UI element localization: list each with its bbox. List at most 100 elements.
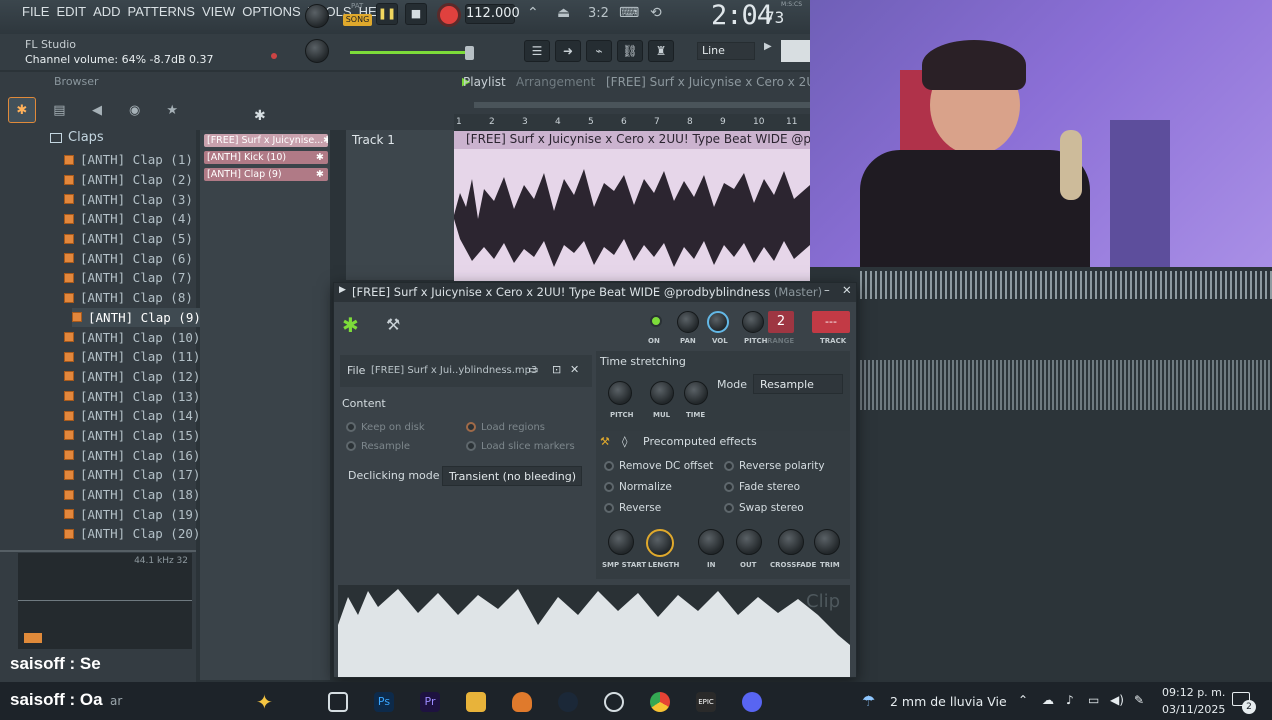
record-button[interactable] xyxy=(437,3,461,27)
master-pitch-knob[interactable] xyxy=(305,39,329,63)
stop-button[interactable]: ■ xyxy=(405,3,427,25)
browser-item[interactable]: [ANTH] Clap (18) xyxy=(64,485,201,505)
ts-time-knob[interactable] xyxy=(684,381,708,405)
browser-item[interactable]: [ANTH] Clap (4) xyxy=(64,209,201,229)
locate-icon[interactable]: ⊡ xyxy=(552,363,561,376)
search-box[interactable]: ar xyxy=(110,694,122,708)
browser-item[interactable]: [ANTH] Clap (13) xyxy=(64,386,201,406)
trim-knob[interactable] xyxy=(814,529,840,555)
task-view-icon[interactable] xyxy=(328,692,348,712)
ts-mul-knob[interactable] xyxy=(650,381,674,405)
wrench-icon[interactable]: ⚒ xyxy=(386,315,400,334)
browser-plugin-icon[interactable]: ◉ xyxy=(121,97,149,123)
browser-item[interactable]: [ANTH] Clap (7) xyxy=(64,268,201,288)
clock-date[interactable]: 03/11/2025 xyxy=(1162,703,1225,716)
window-title-bar[interactable]: ▶ [FREE] Surf x Juicynise x Cero x 2UU! … xyxy=(334,283,856,302)
close-icon[interactable]: ✕ xyxy=(842,283,852,297)
snap-select[interactable]: Line xyxy=(697,42,755,60)
metronome-icon[interactable]: ⌃ xyxy=(527,5,547,23)
track-display[interactable]: --- xyxy=(812,311,850,333)
onedrive-icon[interactable]: ☁ xyxy=(1042,693,1054,707)
pitch-knob[interactable] xyxy=(742,311,764,333)
remove-dc-option[interactable]: Remove DC offset xyxy=(604,460,713,472)
browser-item[interactable]: [ANTH] Clap (1) xyxy=(64,150,201,170)
vol-knob[interactable] xyxy=(707,311,729,333)
mode-select[interactable]: Resample xyxy=(753,374,843,394)
channel-item[interactable]: [FREE] Surf x Juicynise... ✱ xyxy=(204,134,328,147)
swap-stereo-option[interactable]: Swap stereo xyxy=(724,502,804,514)
browser-item[interactable]: [ANTH] Clap (9) xyxy=(72,307,201,328)
loop-record-icon[interactable]: ⟲ xyxy=(650,5,662,21)
normalize-option[interactable]: Normalize xyxy=(604,481,672,493)
minimize-icon[interactable]: – xyxy=(824,283,830,297)
browser-files-icon[interactable]: ▤ xyxy=(46,97,74,123)
browser-item[interactable]: [ANTH] Clap (12) xyxy=(64,367,201,387)
clock-time[interactable]: 09:12 p. m. xyxy=(1162,686,1225,699)
resample-option[interactable]: Resample xyxy=(346,441,410,452)
keep-on-disk-option[interactable]: Keep on disk xyxy=(346,422,425,433)
audio-clip[interactable]: [FREE] Surf x Juicynise x Cero x 2UU! Ty… xyxy=(454,131,810,281)
menu-add[interactable]: ADD xyxy=(93,4,120,19)
browser-star-icon[interactable]: ★ xyxy=(158,97,186,123)
ts-pitch-knob[interactable] xyxy=(608,381,632,405)
channel-rack-icon[interactable]: ✱ xyxy=(254,108,278,124)
browser-item[interactable]: [ANTH] Clap (2) xyxy=(64,170,201,190)
menu-patterns[interactable]: PATTERNS xyxy=(128,4,195,19)
premiere-icon[interactable]: Pr xyxy=(420,692,440,712)
browser-speaker-icon[interactable]: ◀ xyxy=(83,97,111,123)
load-regions-option[interactable]: Load regions xyxy=(466,422,545,433)
plugin-icon[interactable]: ⌁ xyxy=(586,40,612,62)
steam-icon[interactable] xyxy=(558,692,578,712)
remove-file-icon[interactable]: ✕ xyxy=(570,363,579,376)
out-knob[interactable] xyxy=(736,529,762,555)
channel-item[interactable]: [ANTH] Clap (9) ✱ xyxy=(204,168,328,181)
microphone-icon[interactable]: ♪ xyxy=(1066,693,1074,707)
reverse-polarity-option[interactable]: Reverse polarity xyxy=(724,460,825,472)
browser-item[interactable]: [ANTH] Clap (16) xyxy=(64,445,201,465)
browser-item[interactable]: [ANTH] Clap (11) xyxy=(64,347,201,367)
playlist-scrollbar[interactable] xyxy=(474,102,814,108)
browser-all-icon[interactable]: ✱ xyxy=(8,97,36,123)
master-volume-slider[interactable] xyxy=(350,51,473,54)
browser-item[interactable]: [ANTH] Clap (8) xyxy=(64,288,201,308)
obs-icon[interactable] xyxy=(604,692,624,712)
declicking-select[interactable]: Transient (no bleeding) xyxy=(442,466,582,486)
chrome-icon[interactable] xyxy=(650,692,670,712)
channel-item[interactable]: [ANTH] Kick (10) ✱ xyxy=(204,151,328,164)
pattern-selector[interactable] xyxy=(781,40,810,62)
browser-item[interactable]: [ANTH] Clap (17) xyxy=(64,465,201,485)
song-mode-toggle[interactable]: SONG xyxy=(343,14,372,26)
epic-games-icon[interactable]: EPIC xyxy=(696,692,716,712)
range-display[interactable]: 2 xyxy=(768,311,794,333)
menu-view[interactable]: VIEW xyxy=(202,4,235,19)
browser-item[interactable]: [ANTH] Clap (20) xyxy=(64,524,201,544)
in-knob[interactable] xyxy=(698,529,724,555)
arrow-icon[interactable]: ➜ xyxy=(555,40,581,62)
track-header[interactable]: Track 1 xyxy=(346,130,454,280)
playlist-grid-right[interactable] xyxy=(860,265,1272,680)
link-icon[interactable]: ⛓ xyxy=(617,40,643,62)
browser-category[interactable]: Claps xyxy=(50,130,104,145)
network-icon[interactable]: ▭ xyxy=(1088,693,1099,707)
file-name[interactable]: [FREE] Surf x Jui..yblindness.mp3 xyxy=(371,365,537,376)
reverse-option[interactable]: Reverse xyxy=(604,502,661,514)
browser-item[interactable]: [ANTH] Clap (14) xyxy=(64,406,201,426)
browser-item[interactable]: [ANTH] Clap (10) xyxy=(64,327,201,347)
browser-item[interactable]: [ANTH] Clap (15) xyxy=(64,426,201,446)
load-slice-markers-option[interactable]: Load slice markers xyxy=(466,441,575,452)
mixer-icon[interactable]: ♜ xyxy=(648,40,674,62)
open-folder-icon[interactable]: ▭ xyxy=(528,363,538,376)
fade-stereo-option[interactable]: Fade stereo xyxy=(724,481,800,493)
photoshop-icon[interactable]: Ps xyxy=(374,692,394,712)
smp-start-knob[interactable] xyxy=(608,529,634,555)
browser-item[interactable]: [ANTH] Clap (19) xyxy=(64,504,201,524)
playlist-icon[interactable]: ☰ xyxy=(524,40,550,62)
menu-edit[interactable]: EDIT xyxy=(56,4,86,19)
browser-item[interactable]: [ANTH] Clap (6) xyxy=(64,248,201,268)
typing-keyboard-icon[interactable]: ⌨ xyxy=(619,5,639,21)
sample-waveform[interactable]: Clip xyxy=(338,585,850,677)
pen-icon[interactable]: ✎ xyxy=(1134,693,1144,707)
menu-options[interactable]: OPTIONS xyxy=(242,4,301,19)
chevron-right-icon[interactable]: ▶ xyxy=(764,41,778,61)
pause-button[interactable]: ❚❚ xyxy=(376,3,398,25)
